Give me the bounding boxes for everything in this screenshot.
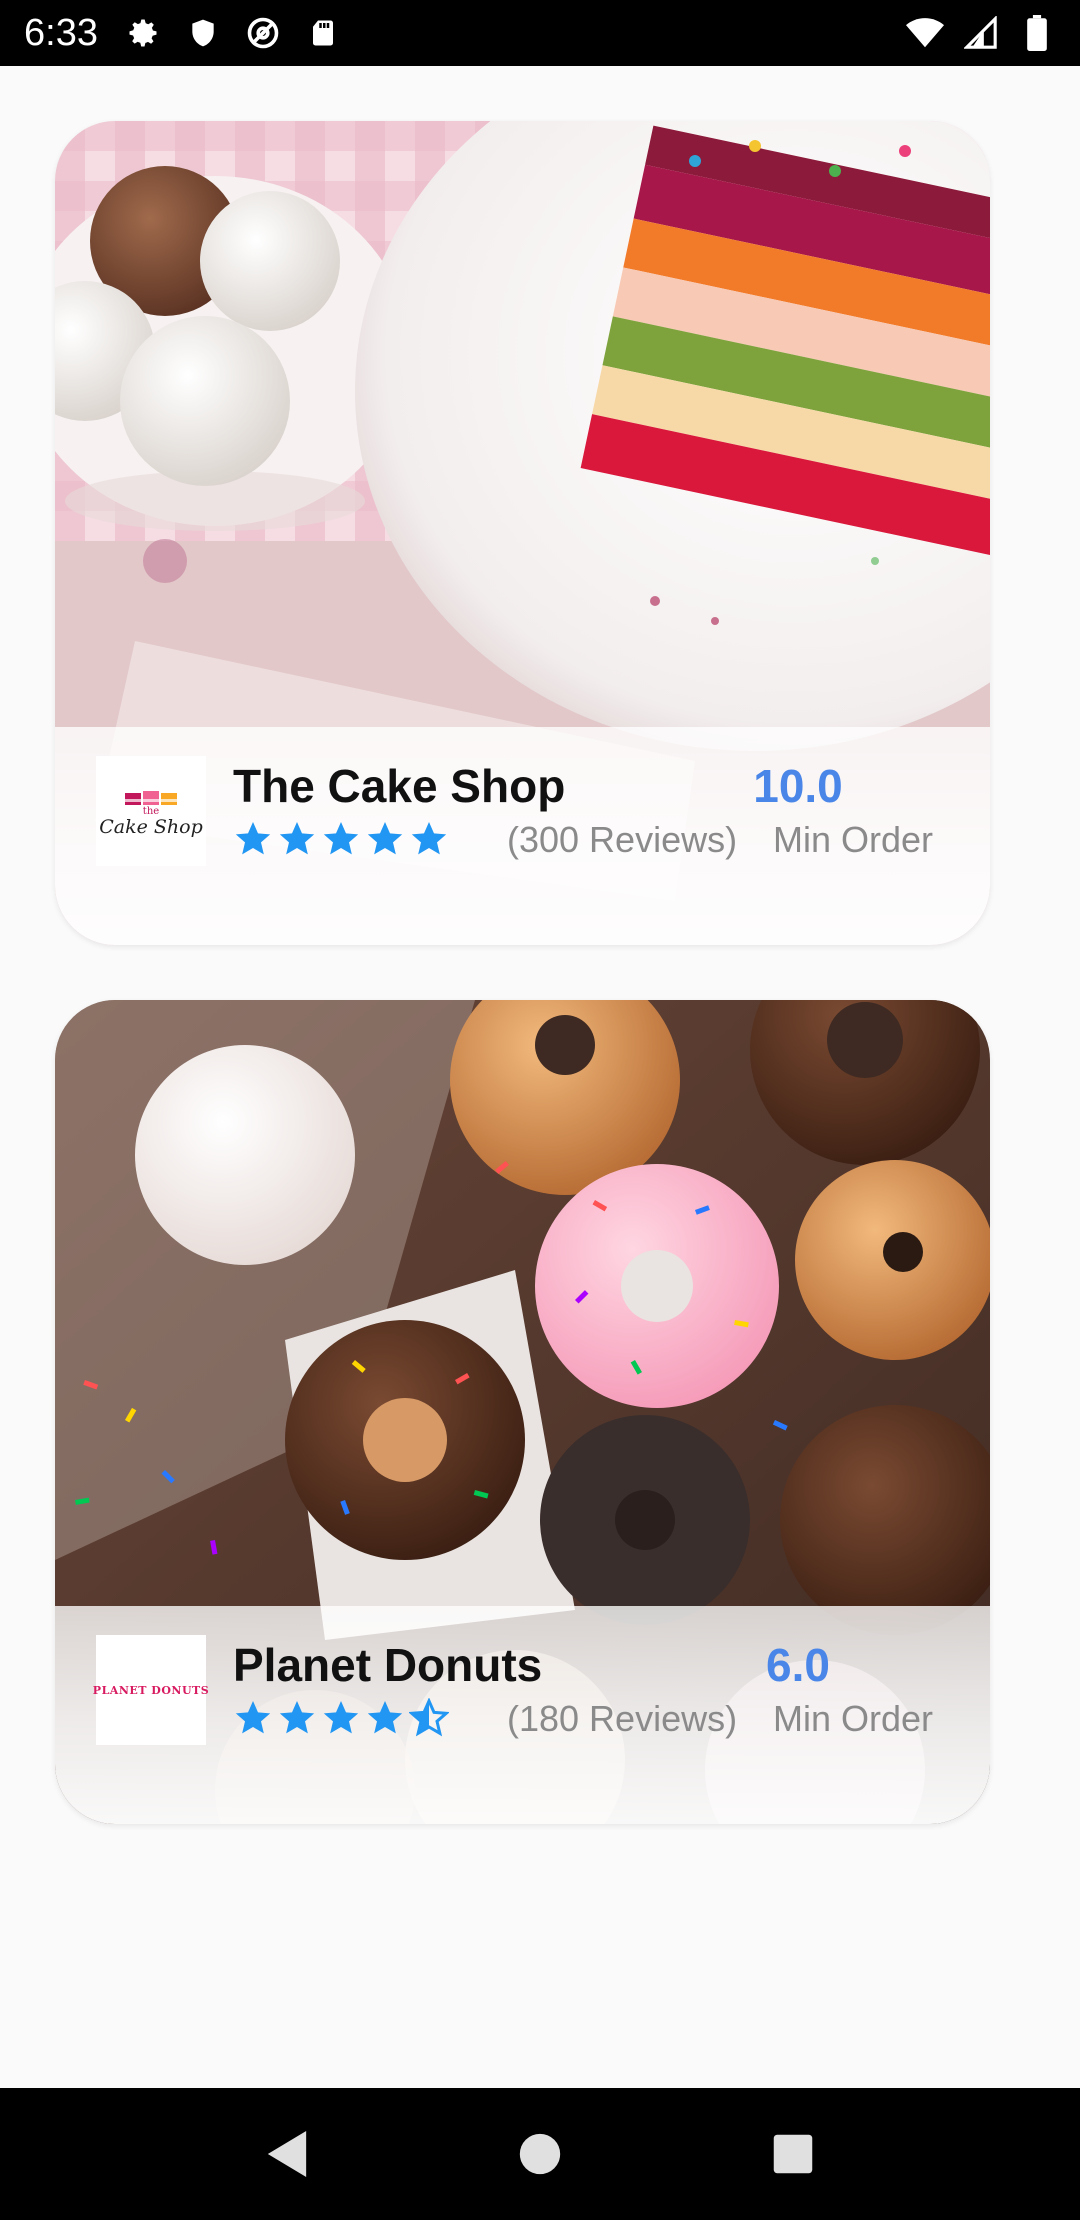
logo-text: Cake Shop — [99, 816, 203, 838]
sd-card-icon — [304, 14, 342, 52]
status-icons-left — [124, 14, 342, 52]
rating-stars — [233, 1698, 449, 1738]
star-full-icon — [279, 822, 315, 855]
status-bar: 6:33 — [0, 0, 1080, 66]
shop-info-panel: PLANET DONUTS Planet Donuts (180 Reviews… — [55, 1606, 990, 1824]
star-half-icon — [409, 1698, 449, 1737]
rating-stars — [233, 819, 449, 859]
min-order-value: 6.0 — [766, 1639, 830, 1691]
min-order-label: Min Order — [772, 819, 933, 860]
star-full-icon — [235, 1701, 271, 1734]
star-full-icon — [411, 822, 447, 855]
shop-card-the-cake-shop[interactable]: the Cake Shop The Cake Shop (300 Reviews… — [55, 121, 990, 945]
star-full-icon — [323, 1701, 359, 1734]
star-full-icon — [279, 1701, 315, 1734]
logo-text: PLANET DONUTS — [92, 1683, 210, 1697]
battery-icon — [1018, 14, 1056, 52]
star-full-icon — [235, 822, 271, 855]
shop-card-planet-donuts[interactable]: PLANET DONUTS Planet Donuts (180 Reviews… — [55, 1000, 990, 1824]
wifi-icon — [906, 14, 944, 52]
review-count: (300 Reviews) — [507, 819, 738, 860]
settings-icon — [124, 14, 162, 52]
shield-icon — [184, 14, 222, 52]
at-icon — [244, 14, 282, 52]
star-full-icon — [323, 822, 359, 855]
status-icons-right — [906, 14, 1056, 52]
status-time: 6:33 — [24, 11, 98, 54]
star-full-icon — [367, 822, 403, 855]
cake-icon — [125, 791, 177, 805]
review-count: (180 Reviews) — [507, 1698, 738, 1739]
shop-info-panel: the Cake Shop The Cake Shop (300 Reviews… — [55, 727, 990, 945]
shop-name: Planet Donuts — [233, 1639, 543, 1691]
signal-icon — [962, 14, 1000, 52]
star-full-icon — [367, 1701, 403, 1734]
back-icon[interactable] — [257, 2124, 317, 2184]
shop-logo: PLANET DONUTS — [92, 1635, 210, 1745]
home-icon[interactable] — [510, 2124, 570, 2184]
shop-name: The Cake Shop — [233, 760, 566, 812]
navigation-bar — [0, 2088, 1080, 2220]
recents-icon[interactable] — [763, 2124, 823, 2184]
min-order-value: 10.0 — [753, 760, 843, 812]
min-order-label: Min Order — [772, 1698, 933, 1739]
shop-list: the Cake Shop The Cake Shop (300 Reviews… — [0, 66, 1080, 2088]
shop-logo: the Cake Shop — [96, 756, 206, 866]
